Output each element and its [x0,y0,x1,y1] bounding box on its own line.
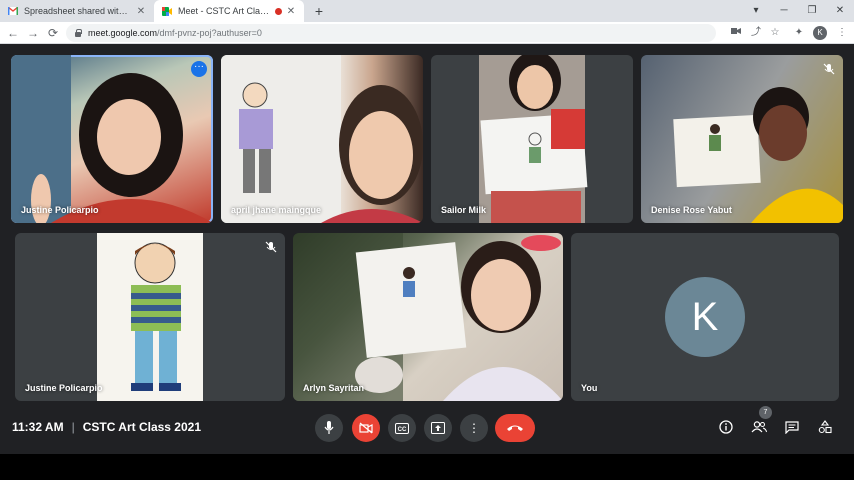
url-host: meet.google.com [88,28,158,38]
extensions-icon[interactable]: ✦ [791,25,807,41]
participant-tile[interactable]: Denise Rose Yabut [641,55,843,223]
chat-button[interactable] [781,416,803,438]
participant-video [479,55,588,223]
participant-name: Justine Policarpio [21,205,99,215]
participant-video [641,55,843,223]
meet-icon [162,6,172,16]
taskbar-strip [0,454,854,480]
participant-avatar: K [665,277,745,357]
back-icon[interactable]: ← [4,24,22,42]
forward-icon[interactable]: → [24,24,42,42]
participant-name: april jhane maingque [231,205,322,215]
participant-name: Sailor Milk [441,205,487,215]
participant-tile[interactable]: april jhane maingque [221,55,423,223]
meeting-control-bar: 11:32 AM | CSTC Art Class 2021 CC ⋮ [0,402,854,454]
browser-tab-strip: Spreadsheet shared with you: "Er ✕ Meet … [0,0,854,22]
participant-name: Arlyn Sayritan [303,383,365,393]
meeting-details-button[interactable] [715,416,737,438]
close-tab-icon[interactable]: ✕ [286,6,296,17]
address-bar: ← → ⟳ meet.google.com/dmf-pvnz-poj?authu… [0,22,854,44]
meeting-details: 11:32 AM | CSTC Art Class 2021 [12,420,201,434]
participant-video [221,55,423,223]
video-grid: ··· Justine Policarpio april jhane maing… [0,44,854,402]
participant-video [293,233,563,401]
microphone-icon [324,421,334,434]
mic-off-icon [265,241,277,253]
present-screen-icon [431,422,445,434]
tab-meet[interactable]: Meet - CSTC Art Class 2021 ✕ [154,0,304,22]
chat-icon [785,420,799,434]
tab-title: Spreadsheet shared with you: "Er [24,6,132,16]
camera-toggle-button[interactable] [352,414,380,442]
participant-count-badge: 7 [759,406,772,419]
url-path: /dmf-pvnz-poj?authuser=0 [157,28,262,38]
more-options-button[interactable]: ⋮ [460,414,488,442]
tab-title: Meet - CSTC Art Class 2021 [178,6,271,16]
hang-up-icon [507,425,523,431]
meeting-title: CSTC Art Class 2021 [82,420,201,434]
participant-video [97,233,203,401]
restore-window-button[interactable]: ❐ [798,0,826,22]
minimize-window-button[interactable]: ─ [770,0,798,22]
lock-icon [74,29,82,37]
close-tab-icon[interactable]: ✕ [136,6,146,17]
bookmark-star-icon[interactable]: ☆ [767,25,783,41]
meeting-time: 11:32 AM [12,420,64,434]
share-icon[interactable]: ⤴ [748,25,764,41]
profile-avatar[interactable]: K [813,26,827,40]
captions-button[interactable]: CC [388,414,416,442]
participant-tile[interactable]: ··· Justine Policarpio [11,55,213,223]
activities-icon [818,420,832,434]
participant-tile[interactable]: K You [571,233,839,401]
recording-indicator-icon [275,7,282,15]
tab-spreadsheet[interactable]: Spreadsheet shared with you: "Er ✕ [0,0,154,22]
present-now-button[interactable] [424,414,452,442]
participant-video [11,55,213,223]
participant-tile[interactable]: Sailor Milk [431,55,633,223]
participant-tile[interactable]: Justine Policarpio [15,233,285,401]
info-icon [719,420,733,434]
reload-icon[interactable]: ⟳ [44,24,62,42]
participant-name: Justine Policarpio [25,383,103,393]
svg-text:CC: CC [398,427,407,433]
participant-name: Denise Rose Yabut [651,205,732,215]
leave-call-button[interactable] [495,414,535,442]
closed-captions-icon: CC [395,422,409,434]
people-icon [751,421,767,433]
browser-menu-icon[interactable]: ⋮ [834,25,850,41]
divider: | [71,420,75,434]
camera-in-use-icon[interactable] [728,25,744,41]
more-options-icon[interactable]: ··· [191,61,207,77]
gmail-icon [8,6,18,16]
close-window-button[interactable]: ✕ [826,0,854,22]
vertical-dots-icon: ⋮ [468,421,480,435]
url-input[interactable]: meet.google.com/dmf-pvnz-poj?authuser=0 [66,24,716,42]
people-button[interactable] [748,416,770,438]
participant-tile[interactable]: Arlyn Sayritan [293,233,563,401]
participant-name: You [581,383,598,393]
camera-off-icon [359,422,373,434]
mic-off-icon [823,63,835,75]
tab-search-icon[interactable]: ▾ [742,0,770,22]
activities-button[interactable] [814,416,836,438]
microphone-button[interactable] [315,414,343,442]
new-tab-button[interactable]: + [310,2,328,20]
